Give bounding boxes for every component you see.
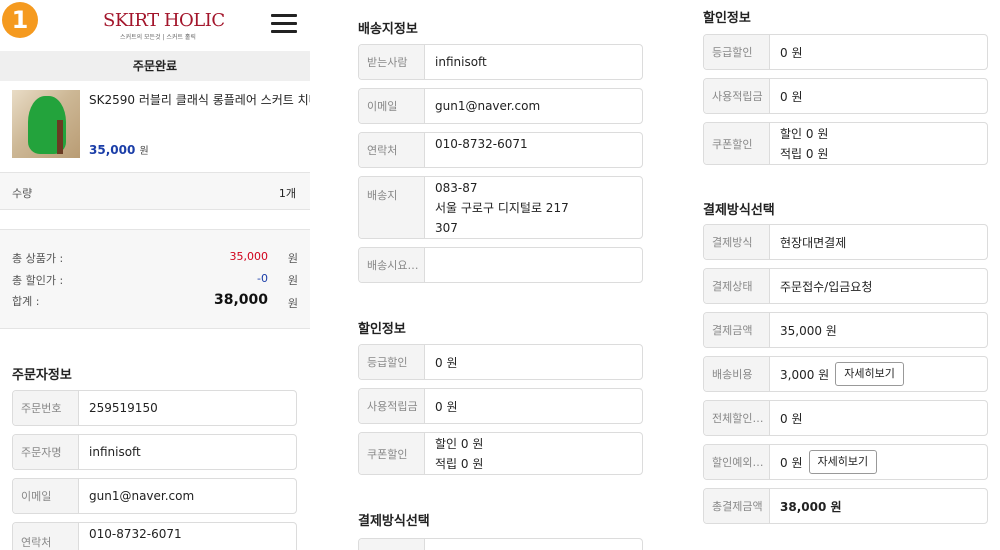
- recipient-field: 받는사람 infinisoft: [358, 44, 643, 80]
- totals-box: 총 상품가 : 35,000 원 총 할인가 : -0 원 합계 : 38,00…: [0, 229, 310, 329]
- shipping-column: 배송지정보 받는사람 infinisoft 이메일 gun1@naver.com…: [358, 0, 643, 550]
- total-product-row: 총 상품가 : 35,000 원: [12, 250, 298, 265]
- payment-method-title-2: 결제방식선택: [703, 203, 775, 218]
- orderer-phone-field: 연락처 010-8732-6071: [12, 522, 297, 550]
- total-discount-value: -0: [257, 272, 268, 285]
- logo-title: SKIRT HOLIC: [103, 10, 225, 31]
- product-price: 35,000 원: [89, 143, 149, 157]
- shipping-fee-detail-button[interactable]: 자세히보기: [835, 362, 904, 386]
- hamburger-menu-icon[interactable]: [271, 14, 297, 34]
- address-line1: 서울 구로구 디지털로 217: [435, 201, 569, 215]
- product-name[interactable]: SK2590 러블리 클래식 롱플레어 스커트 치마: [89, 91, 310, 108]
- shipping-info-title: 배송지정보: [358, 22, 418, 37]
- payment-method-title: 결제방식선택: [358, 514, 430, 529]
- order-complete-bar: 주문완료: [0, 51, 310, 81]
- address-line2: 307: [435, 221, 458, 235]
- payment-amount-field: 결제금액 35,000 원: [703, 312, 988, 348]
- shipping-memo-field: 배송시요…: [358, 247, 643, 283]
- points-used-field-2: 사용적립금 0 원: [703, 78, 988, 114]
- coupon-discount-field-2: 쿠폰할인 할인 0 원 적립 0 원: [703, 122, 988, 165]
- grade-discount-field-2: 등급할인 0 원: [703, 34, 988, 70]
- orderer-name-field: 주문자명 infinisoft: [12, 434, 297, 470]
- order-complete-column: 1 SKIRT HOLIC 스커트의 모든것 | 스커트 홀릭 주문완료 SK2…: [0, 0, 310, 550]
- discount-info-title-2: 할인정보: [703, 11, 751, 26]
- address-zip: 083-87: [435, 181, 478, 195]
- quantity-label: 수량: [12, 187, 33, 200]
- shipping-address-field: 배송지 083-87 서울 구로구 디지털로 217 307: [358, 176, 643, 239]
- shipping-email-field: 이메일 gun1@naver.com: [358, 88, 643, 124]
- quantity-row: 수량 1개: [0, 172, 310, 210]
- orderer-email-field: 이메일 gun1@naver.com: [12, 478, 297, 514]
- total-product-value: 35,000: [229, 250, 269, 263]
- grade-discount-field: 등급할인 0 원: [358, 344, 643, 380]
- total-sum-value: 38,000: [213, 292, 268, 308]
- payment-method-field: 결제방식 현장대면결제: [703, 224, 988, 260]
- shipping-fee-field: 배송비용 3,000 원 자세히보기: [703, 356, 988, 392]
- product-thumbnail[interactable]: [12, 90, 80, 158]
- coupon-discount-field: 쿠폰할인 할인 0 원 적립 0 원: [358, 432, 643, 475]
- total-payment-field: 총결제금액 38,000 원: [703, 488, 988, 524]
- discount-exception-field: 할인예외… 0 원 자세히보기: [703, 444, 988, 480]
- total-discount-row: 총 할인가 : -0 원: [12, 272, 298, 287]
- total-sum-row: 합계 : 38,000 원: [12, 292, 298, 310]
- points-used-field: 사용적립금 0 원: [358, 388, 643, 424]
- logo-subtitle: 스커트의 모든것 | 스커트 홀릭: [120, 34, 196, 41]
- discount-info-title: 할인정보: [358, 322, 406, 337]
- orderer-info-title: 주문자정보: [12, 368, 72, 383]
- quantity-value: 1개: [278, 187, 296, 200]
- payment-method-field-partial: 결제방식 현장대면결제: [358, 538, 643, 550]
- payment-column: 할인정보 등급할인 0 원 사용적립금 0 원 쿠폰할인 할인 0 원 적립 0…: [703, 0, 988, 550]
- payment-status-field: 결제상태 주문접수/입금요청: [703, 268, 988, 304]
- shipping-phone-field: 연락처 010-8732-6071: [358, 132, 643, 168]
- product-item: SK2590 러블리 클래식 롱플레어 스커트 치마 35,000 원: [12, 90, 310, 160]
- step-badge: 1: [2, 2, 38, 38]
- discount-detail-button[interactable]: 자세히보기: [808, 450, 878, 474]
- total-discount-field: 전체할인… 0 원: [703, 400, 988, 436]
- logo[interactable]: SKIRT HOLIC 스커트의 모든것 | 스커트 홀릭: [103, 10, 225, 41]
- order-number-field: 주문번호 259519150: [12, 390, 297, 426]
